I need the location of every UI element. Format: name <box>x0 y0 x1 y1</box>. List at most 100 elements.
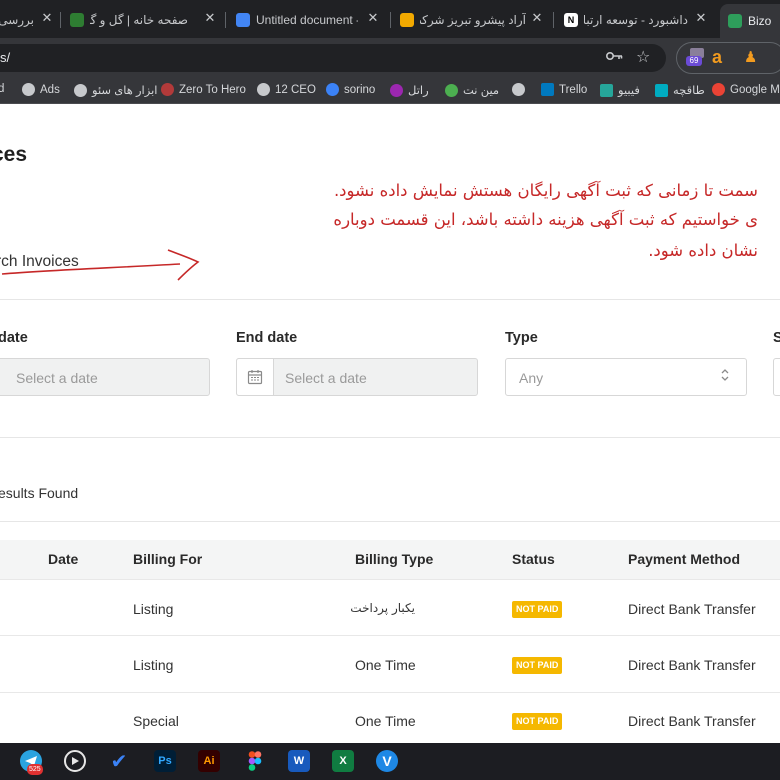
tab-flower-shop[interactable]: صفحه خانه | گل و گیاه آپشا <box>70 6 188 34</box>
bookmark-label: راتل <box>408 85 429 97</box>
section-divider <box>0 521 780 522</box>
calendar-icon[interactable] <box>236 358 274 396</box>
close-icon[interactable]: ✕ <box>366 11 380 25</box>
extension-badge: 69 <box>686 56 702 66</box>
tab-review[interactable]: بررسی <box>0 6 34 34</box>
type-select-value: Any <box>519 370 544 386</box>
globe-icon <box>512 83 525 96</box>
globe-icon <box>22 83 35 96</box>
bizo-icon <box>728 14 742 28</box>
status-filter-label: S <box>773 330 780 346</box>
tab-separator <box>390 12 391 28</box>
photoshop-icon[interactable]: Ps <box>154 750 176 772</box>
annotation-line-3: نشان داده شود. <box>648 241 758 260</box>
globe-icon <box>257 83 270 96</box>
bookmark-min-net[interactable]: مین نت <box>445 83 499 97</box>
tab-untitled-document[interactable]: Untitled document - <box>236 6 358 34</box>
tab-dashboard[interactable]: N داشبورد - توسعه ارتباطات <box>564 6 688 34</box>
extension-a-icon[interactable]: a <box>712 47 722 68</box>
bookmark-ads[interactable]: Ads <box>22 83 60 96</box>
media-player-icon[interactable] <box>64 750 86 772</box>
bookmark-label: ابزار های سئو <box>92 85 158 97</box>
row-divider <box>0 579 780 580</box>
sorino-icon <box>326 83 339 96</box>
tab-title: Bizo <box>748 14 772 28</box>
globe-icon <box>74 83 87 97</box>
bookmark-trello[interactable]: Trello <box>541 83 587 96</box>
status-badge: NOT PAID <box>512 601 563 618</box>
cell-payment-method: Direct Bank Transfer <box>628 601 756 617</box>
close-icon[interactable]: ✕ <box>530 11 544 25</box>
bookmark-star-icon[interactable]: ☆ <box>636 47 650 67</box>
cell-billing-type: One Time <box>355 657 416 673</box>
cell-payment-method: Direct Bank Transfer <box>628 713 756 729</box>
close-icon[interactable]: ✕ <box>694 11 708 25</box>
cell-billing-type: یکبار پرداخت <box>350 601 415 615</box>
end-date-label: End date <box>236 330 298 346</box>
zero-to-hero-icon <box>161 83 174 96</box>
key-icon[interactable] <box>605 50 624 64</box>
bookmark-label: 12 CEO <box>275 83 316 96</box>
leaf-icon <box>70 13 84 27</box>
bookmark-label: Google M <box>730 83 780 96</box>
tab-separator <box>553 12 554 28</box>
close-icon[interactable]: ✕ <box>203 11 217 25</box>
tab-separator <box>60 12 61 28</box>
bookmark-d[interactable]: d <box>0 83 4 95</box>
end-date-placeholder: Select a date <box>285 370 367 386</box>
figma-icon[interactable] <box>244 750 266 772</box>
bookmark-zero-to-hero[interactable]: Zero To Hero <box>161 83 246 96</box>
row-divider <box>0 635 780 636</box>
section-divider <box>0 437 780 438</box>
bookmark-12-ceo[interactable]: 12 CEO <box>257 83 316 96</box>
address-text[interactable]: s/ <box>0 50 10 65</box>
tab-title: بررسی <box>0 13 34 27</box>
type-label: Type <box>505 330 538 346</box>
column-header-billing-for[interactable]: Billing For <box>133 551 202 567</box>
excel-icon[interactable]: X <box>332 750 354 772</box>
tasks-check-icon[interactable]: ✔ <box>108 750 130 773</box>
bookmark-fibio[interactable]: فیبیو <box>600 83 640 97</box>
column-header-status[interactable]: Status <box>512 551 555 567</box>
bookmark-sorino[interactable]: sorino <box>326 83 375 96</box>
tab-separator <box>225 12 226 28</box>
column-header-payment-method[interactable]: Payment Method <box>628 551 740 567</box>
address-bar[interactable] <box>0 44 666 72</box>
docs-icon <box>236 13 250 27</box>
bookmark-label: Zero To Hero <box>179 83 246 96</box>
bookmark-rattle[interactable]: راتل <box>390 83 429 97</box>
telegram-unread-badge: 525 <box>27 764 43 775</box>
fibio-icon <box>600 83 613 97</box>
annotation-line-1: سمت تا زمانی که ثبت آگهی رایگان هستش نما… <box>333 181 758 200</box>
strike-through-arrow-drawing <box>1 249 200 281</box>
bookmark-label: مین نت <box>463 85 500 97</box>
company-icon <box>400 13 414 27</box>
bookmark-globe[interactable] <box>512 83 530 96</box>
status-badge: NOT PAID <box>512 657 563 674</box>
bookmark-label: Ads <box>40 83 60 96</box>
bookmark-taghche[interactable]: طاقچه <box>655 83 705 97</box>
bookmark-seo-tools[interactable]: ابزار های سئو <box>74 83 158 97</box>
tab-arad-company[interactable]: آراد پیشرو تبریز شرکت تو <box>400 6 526 34</box>
start-date-label: date <box>0 330 28 346</box>
tab-title: Untitled document - <box>256 13 358 27</box>
illustrator-icon[interactable]: Ai <box>198 750 220 772</box>
section-divider <box>0 299 780 300</box>
column-header-billing-type[interactable]: Billing Type <box>355 551 433 567</box>
column-header-date[interactable]: Date <box>48 551 78 567</box>
chess-extension-icon[interactable]: ♟ <box>744 48 757 66</box>
browser-toolbar <box>0 38 780 78</box>
close-icon[interactable]: ✕ <box>40 11 54 25</box>
row-divider <box>0 692 780 693</box>
status-filter-select[interactable] <box>773 358 780 396</box>
word-icon[interactable]: W <box>288 750 310 772</box>
vpn-icon[interactable]: V <box>376 750 398 772</box>
select-updown-icon <box>720 368 730 383</box>
tab-bizo-active[interactable]: Bizo <box>720 4 780 38</box>
bookmark-label: d <box>0 83 5 95</box>
page-title: ces <box>0 143 28 166</box>
cell-billing-for: Listing <box>133 657 174 673</box>
browser-tab-strip: بررسی ✕ صفحه خانه | گل و گیاه آپشا ✕ Unt… <box>0 0 780 38</box>
bookmark-google-maps[interactable]: Google M <box>712 83 780 96</box>
bookmark-label: sorino <box>344 83 376 96</box>
